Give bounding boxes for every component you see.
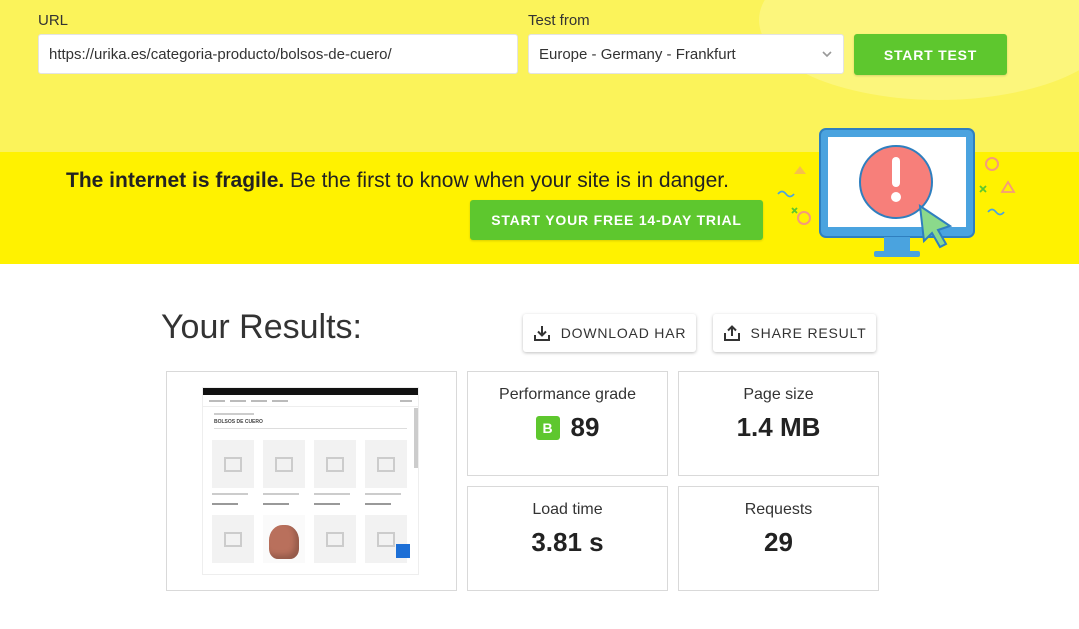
- mini-category-heading: BOLSOS DE CUERO: [214, 419, 263, 425]
- decor-cross: [979, 185, 987, 193]
- download-har-button[interactable]: DOWNLOAD HAR: [523, 314, 696, 352]
- monitor-base: [874, 251, 920, 257]
- banner-headline-rest: Be the first to know when your site is i…: [284, 169, 729, 192]
- download-icon: [533, 326, 550, 341]
- decor-triangle: [1000, 180, 1016, 193]
- decor-ring: [797, 211, 811, 225]
- decor-triangle: [794, 166, 806, 174]
- test-location-value: Europe - Germany - Frankfurt: [539, 45, 736, 63]
- test-location-select[interactable]: Europe - Germany - Frankfurt: [528, 34, 844, 74]
- performance-grade-label: Performance grade: [499, 386, 636, 403]
- decor-squiggle: [987, 208, 1005, 216]
- banner-headline: The internet is fragile. Be the first to…: [66, 169, 729, 193]
- share-result-button[interactable]: SHARE RESULT: [713, 314, 876, 352]
- grade-badge: B: [535, 415, 560, 440]
- results-title: Your Results:: [161, 308, 362, 346]
- page-size-label: Page size: [743, 386, 814, 403]
- requests-card: Requests 29: [678, 486, 879, 591]
- monitor-neck: [884, 237, 910, 251]
- share-result-label: SHARE RESULT: [750, 325, 867, 341]
- free-trial-button[interactable]: START YOUR FREE 14-DAY TRIAL: [470, 200, 763, 240]
- requests-value: 29: [764, 527, 793, 557]
- page-size-card: Page size 1.4 MB: [678, 371, 879, 476]
- download-har-label: DOWNLOAD HAR: [560, 325, 687, 341]
- test-from-label: Test from: [528, 12, 590, 29]
- site-screenshot: BOLSOS DE CUERO: [202, 387, 419, 575]
- decor-cross: [791, 207, 798, 214]
- product-tile-bag: [263, 515, 305, 563]
- mini-actions: [400, 399, 412, 402]
- decor-squiggle: [777, 190, 795, 198]
- product-tile: [212, 515, 254, 563]
- load-time-card: Load time 3.81 s: [467, 486, 668, 591]
- performance-grade-card: Performance grade B 89: [467, 371, 668, 476]
- promo-banner: The internet is fragile. Be the first to…: [0, 128, 1079, 264]
- page-size-value: 1.4 MB: [736, 412, 821, 442]
- exclamation-dot: [891, 192, 901, 202]
- share-icon: [723, 325, 740, 341]
- product-tile: [365, 440, 407, 505]
- chevron-down-icon: [822, 51, 832, 58]
- mini-breadcrumb: [214, 413, 254, 415]
- product-tile: [212, 440, 254, 505]
- load-time-value: 3.81 s: [531, 527, 604, 557]
- exclamation-bar: [892, 157, 900, 187]
- mini-divider: [214, 428, 407, 429]
- mini-menu: [209, 399, 288, 402]
- chat-widget-icon: [396, 544, 410, 558]
- product-tile: [314, 515, 356, 563]
- mini-product-grid: [212, 440, 407, 563]
- monitor-alert-illustration: [777, 128, 1016, 257]
- performance-grade-value: 89: [570, 412, 600, 442]
- banner-headline-bold: The internet is fragile.: [66, 169, 285, 192]
- url-input[interactable]: [38, 34, 518, 74]
- mini-nav: [203, 395, 418, 407]
- mini-scrollbar: [414, 408, 418, 468]
- mini-topbar: [203, 388, 418, 395]
- site-screenshot-card[interactable]: BOLSOS DE CUERO: [166, 371, 457, 591]
- load-time-label: Load time: [532, 501, 603, 518]
- product-tile: [314, 440, 356, 505]
- start-test-button[interactable]: START TEST: [854, 34, 1007, 75]
- requests-label: Requests: [744, 501, 813, 518]
- url-label: URL: [38, 12, 69, 29]
- product-tile: [263, 440, 305, 505]
- decor-ring: [985, 157, 999, 171]
